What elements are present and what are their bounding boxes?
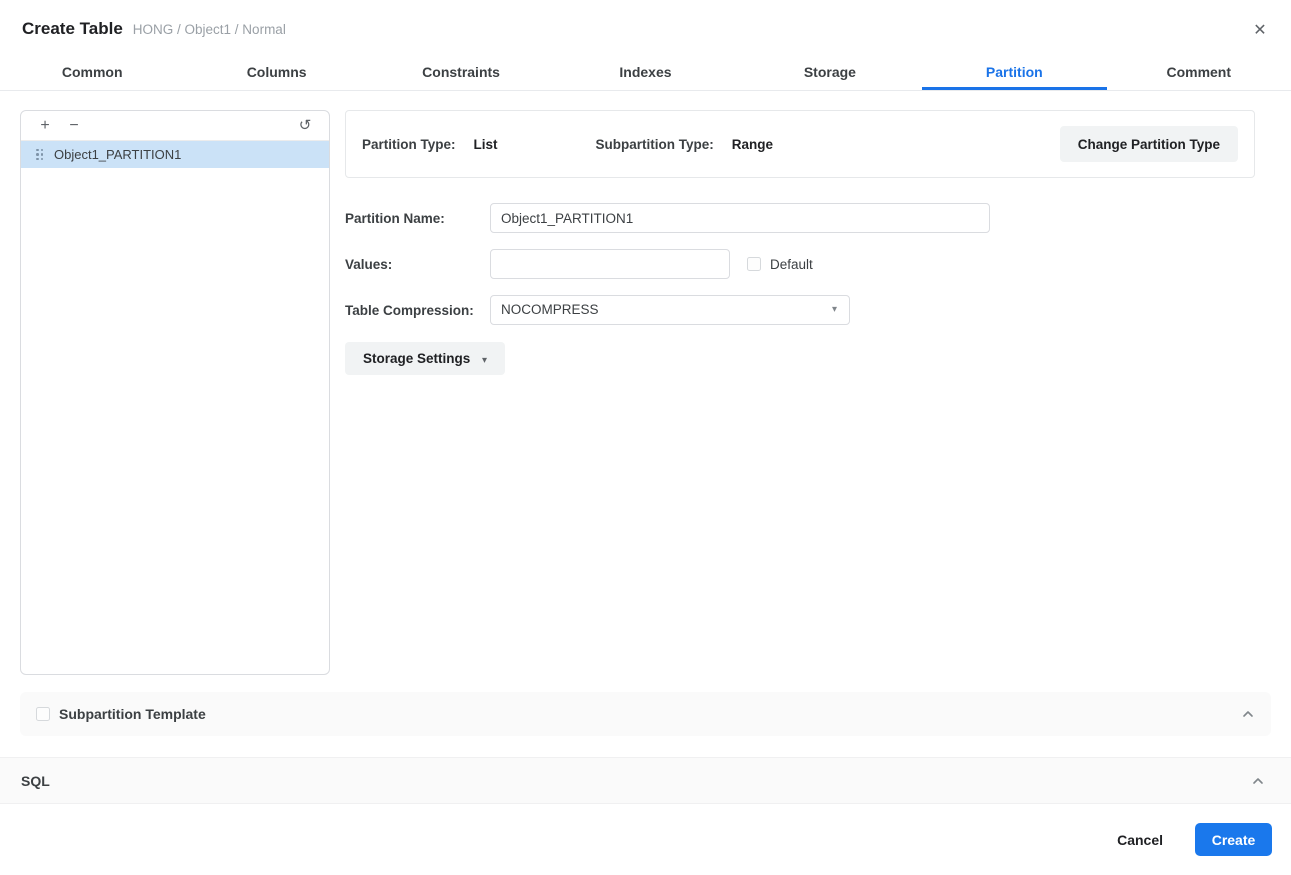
sql-section: SQL — [0, 757, 1291, 804]
remove-partition-icon[interactable]: − — [64, 112, 84, 140]
change-partition-type-button[interactable]: Change Partition Type — [1059, 126, 1238, 162]
breadcrumb: HONG / Object1 / Normal — [132, 21, 286, 37]
partition-form: Partition Name: Values: Default Table Co… — [345, 203, 1255, 375]
partition-type-info-bar: Partition Type: List Subpartition Type: … — [345, 110, 1255, 178]
subpartition-type-label: Subpartition Type: — [595, 136, 714, 152]
storage-settings-label: Storage Settings — [363, 351, 471, 366]
table-compression-value: NOCOMPRESS — [501, 302, 599, 317]
tab-constraints[interactable]: Constraints — [369, 58, 553, 90]
tab-storage[interactable]: Storage — [738, 58, 922, 90]
partition-item-label: Object1_PARTITION1 — [54, 147, 182, 162]
values-label: Values: — [345, 256, 393, 272]
values-input[interactable] — [490, 249, 730, 279]
tab-columns[interactable]: Columns — [184, 58, 368, 90]
subpartition-template-checkbox[interactable] — [36, 707, 50, 721]
caret-down-icon: ▾ — [831, 304, 837, 315]
table-compression-label: Table Compression: — [345, 302, 474, 318]
values-row: Values: Default — [345, 249, 1255, 279]
close-icon[interactable]: ✕ — [1249, 20, 1271, 42]
default-checkbox-label: Default — [770, 256, 813, 272]
storage-settings-button[interactable]: Storage Settings ▾ — [345, 342, 506, 375]
cancel-button[interactable]: Cancel — [1117, 832, 1163, 848]
default-checkbox[interactable] — [747, 257, 761, 271]
partition-list: Object1_PARTITION1 — [21, 141, 329, 168]
sql-section-label: SQL — [21, 772, 50, 789]
dialog-header: Create Table HONG / Object1 / Normal — [0, 0, 1291, 58]
tab-partition[interactable]: Partition — [922, 58, 1107, 90]
partition-name-input[interactable] — [490, 203, 990, 233]
tab-comment[interactable]: Comment — [1107, 58, 1291, 90]
subpartition-template-section: Subpartition Template — [20, 692, 1271, 736]
partition-name-row: Partition Name: — [345, 203, 1255, 233]
chevron-up-icon[interactable] — [1241, 707, 1255, 721]
drag-handle-icon[interactable] — [36, 148, 43, 161]
partition-type-value: List — [473, 136, 498, 152]
subpartition-template-label: Subpartition Template — [59, 706, 206, 722]
refresh-icon[interactable]: ↺ — [295, 112, 315, 140]
dialog-footer: Cancel Create — [0, 804, 1291, 875]
partition-type-label: Partition Type: — [362, 136, 456, 152]
partition-name-label: Partition Name: — [345, 210, 445, 226]
create-button[interactable]: Create — [1195, 823, 1272, 856]
subpartition-type-value: Range — [731, 136, 774, 152]
caret-down-icon: ▾ — [482, 355, 488, 366]
table-compression-row: Table Compression: NOCOMPRESS ▾ — [345, 295, 1255, 325]
partition-list-toolbar: + − ↺ — [21, 111, 329, 141]
list-item-partition1[interactable]: Object1_PARTITION1 — [21, 141, 329, 168]
partition-list-panel: + − ↺ Object1_PARTITION1 — [20, 110, 330, 675]
table-compression-select[interactable]: NOCOMPRESS ▾ — [490, 295, 850, 325]
tab-bar: Common Columns Constraints Indexes Stora… — [0, 58, 1291, 91]
add-partition-icon[interactable]: + — [35, 112, 55, 140]
tab-indexes[interactable]: Indexes — [553, 58, 737, 90]
chevron-up-icon[interactable] — [1251, 774, 1265, 788]
tab-common[interactable]: Common — [0, 58, 184, 90]
page-title: Create Table — [22, 19, 123, 38]
